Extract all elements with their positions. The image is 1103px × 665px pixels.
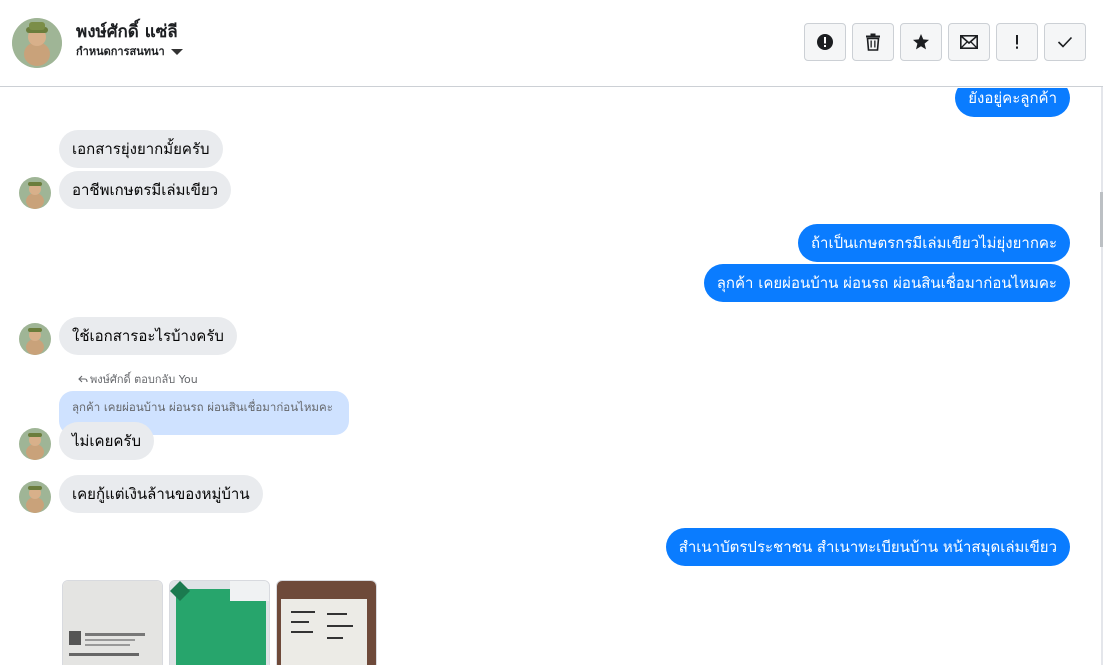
photo-attachments bbox=[62, 580, 377, 665]
conversation-actions bbox=[804, 23, 1086, 61]
outgoing-message: ถ้าเป็นเกษตรกรมีเล่มเขียวไม่ยุ่งยากคะ bbox=[797, 224, 1070, 262]
sender-avatar bbox=[19, 428, 51, 460]
sender-avatar bbox=[19, 481, 51, 513]
checkmark-icon bbox=[1057, 36, 1073, 48]
incoming-message: ไม่เคยครับ bbox=[59, 422, 154, 460]
message-thread[interactable]: ยังอยู่คะลูกค้า เอกสารยุ่งยากมั้ยครับ อา… bbox=[0, 88, 1100, 665]
envelope-icon bbox=[960, 35, 978, 49]
outgoing-message: สำเนาบัตรประชาชน สำเนาทะเบียนบ้าน หน้าสม… bbox=[665, 528, 1070, 566]
alert-circle-icon bbox=[817, 34, 833, 50]
star-icon bbox=[913, 34, 929, 50]
reply-arrow-icon bbox=[78, 375, 88, 382]
mark-unread-button[interactable] bbox=[948, 23, 990, 61]
photo-attachment[interactable] bbox=[169, 580, 270, 665]
photo-attachment[interactable] bbox=[62, 580, 163, 665]
follow-up-button[interactable] bbox=[996, 23, 1038, 61]
contact-avatar[interactable] bbox=[12, 18, 62, 68]
exclamation-icon bbox=[1016, 35, 1018, 49]
outgoing-message: ยังอยู่คะลูกค้า bbox=[955, 88, 1070, 117]
reply-meta-text: พงษ์ศักดิ์ ตอบกลับ You bbox=[90, 373, 198, 386]
reply-indicator: พงษ์ศักดิ์ ตอบกลับ You bbox=[78, 370, 198, 388]
incoming-message: เคยกู้แต่เงินล้านของหมู่บ้าน bbox=[59, 475, 263, 513]
quoted-text: ลุกค้า เคยผ่อนบ้าน ผ่อนรถ ผ่อนสินเชื่อมา… bbox=[72, 400, 333, 414]
star-button[interactable] bbox=[900, 23, 942, 61]
spam-button[interactable] bbox=[804, 23, 846, 61]
assign-label: กำหนดการสนทนา bbox=[76, 45, 165, 58]
conversation-header: พงษ์ศักดิ์ แซ่ลี กำหนดการสนทนา bbox=[0, 0, 1103, 87]
sender-avatar bbox=[19, 323, 51, 355]
delete-button[interactable] bbox=[852, 23, 894, 61]
assign-conversation-dropdown[interactable]: กำหนดการสนทนา bbox=[76, 42, 183, 60]
photo-attachment[interactable] bbox=[276, 580, 377, 665]
sender-avatar bbox=[19, 177, 51, 209]
incoming-message: ใช้เอกสารอะไรบ้างครับ bbox=[59, 317, 237, 355]
chevron-down-icon bbox=[170, 48, 183, 55]
incoming-message: อาชีพเกษตรมีเล่มเขียว bbox=[59, 171, 232, 209]
contact-name: พงษ์ศักดิ์ แซ่ลี bbox=[76, 22, 178, 42]
done-button[interactable] bbox=[1044, 23, 1086, 61]
outgoing-message: ลุกค้า เคยผ่อนบ้าน ผ่อนรถ ผ่อนสินเชื่อมา… bbox=[703, 264, 1070, 302]
incoming-message: เอกสารยุ่งยากมั้ยครับ bbox=[59, 130, 223, 168]
trash-icon bbox=[866, 33, 880, 51]
